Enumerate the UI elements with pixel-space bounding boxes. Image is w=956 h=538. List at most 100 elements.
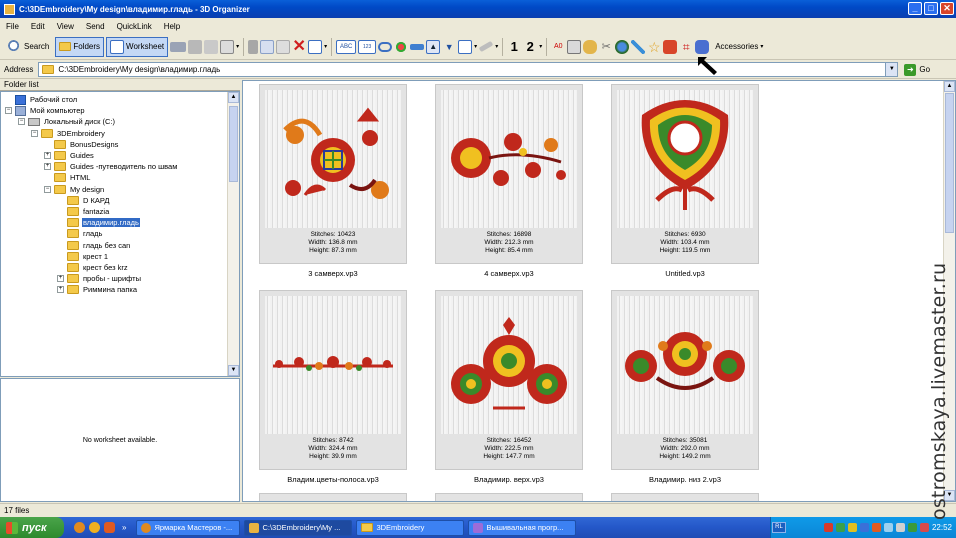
design-thumbnail[interactable]: Stitches: 16452 Width: 222.5 mm Height: … [435, 290, 583, 484]
tree-item[interactable]: − 3DEmbroidery [1, 128, 239, 139]
menu-help[interactable]: Help [164, 22, 180, 31]
measure-icon[interactable] [478, 40, 494, 53]
tree-item[interactable]: гладь без can [1, 239, 239, 250]
scroll-up-icon[interactable]: ▲ [944, 81, 955, 92]
worksheet-button[interactable]: Worksheet [106, 36, 169, 57]
swap-icon[interactable] [410, 43, 425, 50]
scroll-down-icon[interactable]: ▼ [228, 365, 239, 376]
tree-scrollbar[interactable]: ▲ ▼ [227, 92, 239, 376]
go-button[interactable]: ➜ Go [904, 63, 930, 76]
start-button[interactable]: пуск [0, 517, 64, 538]
tree-item[interactable]: + Риммина папка [1, 284, 239, 295]
menu-quicklink[interactable]: QuickLink [117, 22, 152, 31]
thumbnail-card[interactable]: Stitches: 6930 Width: 103.4 mm Height: 1… [611, 84, 759, 264]
thumbnail-card[interactable]: Stitches: 10423 Width: 136.8 mm Height: … [259, 84, 407, 264]
tree-item[interactable]: − Мой компьютер [1, 105, 239, 116]
globe-icon[interactable] [615, 39, 630, 54]
volume-icon[interactable] [895, 523, 905, 532]
menu-send[interactable]: Send [86, 22, 105, 31]
taskbar-item-embroidery[interactable]: Вышивальная прогр... [468, 519, 577, 536]
select-arrow-icon[interactable] [220, 39, 235, 54]
tree-item[interactable]: гладь [1, 228, 239, 239]
taskbar-item-organizer[interactable]: C:\3DEmbroidery\My ... [244, 519, 353, 536]
tree-item[interactable]: владимир.гладь [1, 217, 239, 228]
menu-file[interactable]: File [6, 22, 19, 31]
design-thumbnail[interactable]: Stitches: 35081 Width: 292.0 mm Height: … [611, 290, 759, 484]
link-icon[interactable] [378, 41, 393, 52]
tree-item[interactable]: крест без krz [1, 262, 239, 273]
tray-icon[interactable] [907, 523, 917, 532]
tray-icon[interactable] [871, 523, 881, 532]
chevron-down-icon[interactable]: ▼ [885, 63, 898, 76]
paste-icon[interactable] [276, 39, 291, 54]
thumbnail-card[interactable]: Stitches: 35081 Width: 292.0 mm Height: … [611, 290, 759, 470]
collapse-icon[interactable]: − [44, 185, 51, 193]
collapse-icon[interactable]: − [18, 118, 25, 126]
tree-item[interactable]: − Локальный диск (C:) [1, 116, 239, 127]
search-button[interactable]: Search [4, 37, 53, 57]
chevron-right-icon[interactable]: » [122, 523, 126, 532]
scroll-up-icon[interactable]: ▲ [228, 92, 239, 103]
tray-icon[interactable] [835, 523, 845, 532]
tree-item[interactable]: fantazia [1, 206, 239, 217]
minimize-button[interactable]: _ [908, 2, 922, 15]
design-thumbnail[interactable]: Stitches: 6930 Width: 103.4 mm Height: 1… [611, 84, 759, 278]
toolbox-icon[interactable] [663, 39, 678, 54]
back-forward-icon[interactable] [170, 41, 187, 52]
delete-icon[interactable]: ✕ [292, 38, 306, 54]
tray-icon[interactable] [823, 523, 833, 532]
tree-item[interactable]: + Guides -путеводитель по швам [1, 161, 239, 172]
tree-item[interactable]: BonusDesigns [1, 139, 239, 150]
tray-icon[interactable] [859, 523, 869, 532]
app-icon[interactable] [104, 522, 115, 533]
close-button[interactable]: ✕ [940, 2, 954, 15]
dropdown-icon[interactable]: ▾ [324, 43, 327, 50]
design-thumbnail[interactable]: Stitches: 10423 Width: 136.8 mm Height: … [259, 84, 407, 278]
dropdown-icon[interactable]: ▾ [474, 43, 477, 50]
taskbar-item-folder[interactable]: 3DEmbroidery [356, 519, 465, 536]
language-indicator[interactable]: RL [772, 522, 786, 533]
thumbnail-card[interactable]: Stitches: 16898 Width: 212.3 mm Height: … [435, 84, 583, 264]
cut-icon[interactable] [248, 39, 259, 54]
expand-icon[interactable]: + [44, 152, 51, 160]
menu-edit[interactable]: Edit [31, 22, 45, 31]
star-icon[interactable]: ☆ [647, 40, 661, 54]
address-input[interactable]: C:\3DEmbroidery\My design\владимир.гладь… [38, 62, 899, 77]
move-down-icon[interactable]: ▼ [442, 40, 456, 54]
tree-item[interactable]: − My design [1, 184, 239, 195]
folders-button[interactable]: Folders [55, 36, 105, 57]
tree-item[interactable]: D КАРД [1, 195, 239, 206]
browser-icon[interactable] [74, 522, 85, 533]
dropdown-icon[interactable]: ▾ [495, 43, 498, 50]
two-page-icon[interactable]: 2 [523, 39, 537, 54]
thumbnail-card-partial[interactable] [611, 493, 759, 501]
tray-icon[interactable] [883, 523, 893, 532]
pen-icon[interactable] [631, 39, 646, 54]
embroidery-preview-icon[interactable] [567, 39, 582, 54]
view-mode-icon[interactable] [458, 39, 473, 54]
tree-item[interactable]: Рабочий стол [1, 94, 239, 105]
scissors-icon[interactable]: ✂ [599, 40, 613, 54]
tray-icon[interactable] [847, 523, 857, 532]
expand-icon[interactable]: + [57, 275, 64, 283]
design-thumbnail[interactable]: Stitches: 16898 Width: 212.3 mm Height: … [435, 84, 583, 278]
expand-icon[interactable]: + [44, 163, 51, 171]
people-icon[interactable] [695, 39, 710, 54]
properties-icon[interactable] [308, 39, 323, 54]
collapse-icon[interactable]: − [5, 107, 12, 115]
thumbnail-card[interactable]: Stitches: 8742 Width: 324.4 mm Height: 3… [259, 290, 407, 470]
collapse-icon[interactable]: − [31, 129, 38, 137]
tree-item[interactable]: крест 1 [1, 251, 239, 262]
tree-item[interactable]: + пробы - шрифты [1, 273, 239, 284]
tray-icon[interactable] [919, 523, 929, 532]
numbers-icon[interactable]: 123 [358, 39, 377, 54]
menu-view[interactable]: View [57, 22, 74, 31]
tree-item[interactable]: + Guides [1, 150, 239, 161]
one-page-icon[interactable]: 1 [507, 39, 521, 54]
cross-stitch-icon[interactable]: ⌗ [679, 40, 693, 54]
text-abc-icon[interactable]: ABC [336, 39, 357, 54]
dropdown-icon[interactable]: ▾ [539, 43, 542, 50]
thumbnail-card[interactable]: Stitches: 16452 Width: 222.5 mm Height: … [435, 290, 583, 470]
accessories-button[interactable]: Accessories ▾ [711, 37, 767, 57]
maximize-button[interactable]: □ [924, 2, 938, 15]
